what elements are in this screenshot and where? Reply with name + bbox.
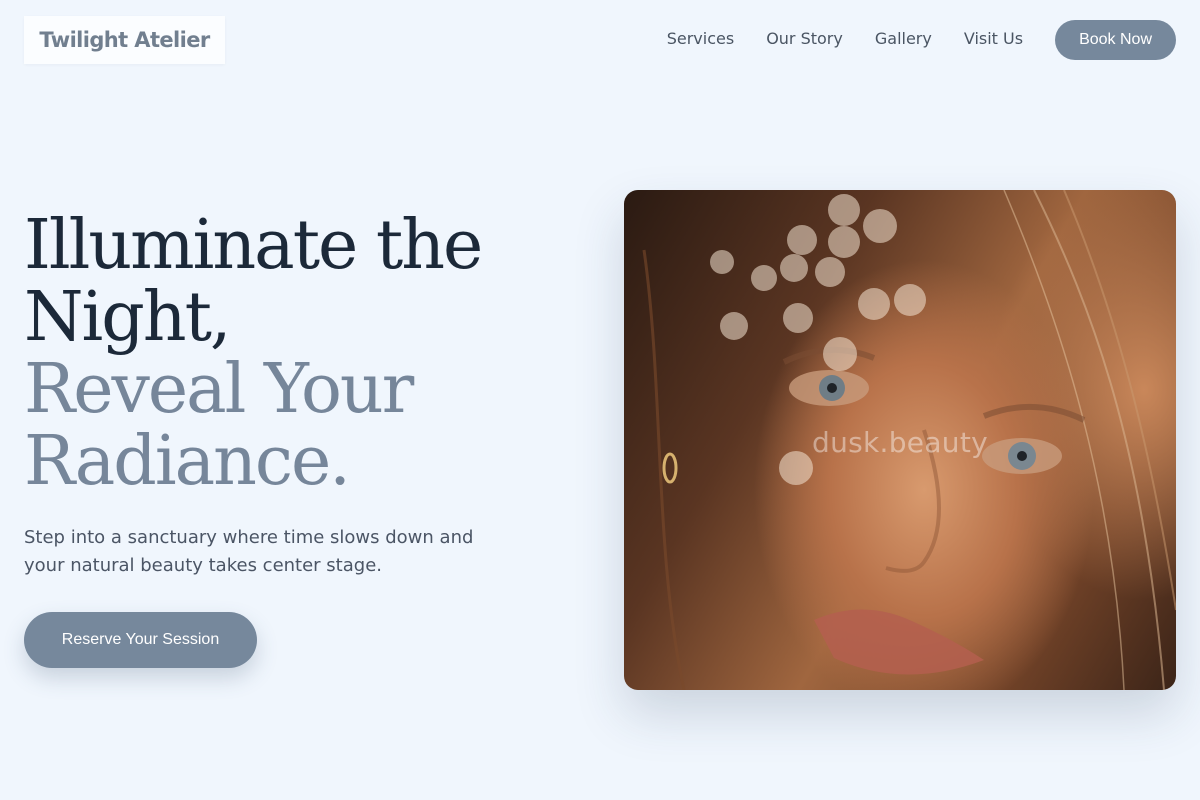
hero-heading-line-1: Illuminate the: [24, 206, 483, 285]
hero-heading-line-3: Reveal Your: [24, 350, 414, 429]
main-nav: Services Our Story Gallery Visit Us Book…: [667, 20, 1176, 60]
logo-text: Twilight Atelier: [39, 28, 210, 52]
nav-link-services[interactable]: Services: [667, 29, 734, 48]
image-watermark: dusk.beauty: [812, 426, 988, 459]
hero-heading: Illuminate the Night, Reveal Your Radian…: [24, 210, 584, 498]
hero-subtitle: Step into a sanctuary where time slows d…: [24, 527, 474, 576]
nav-link-our-story[interactable]: Our Story: [766, 29, 843, 48]
hero-heading-line-2: Night,: [24, 278, 232, 357]
nav-link-gallery[interactable]: Gallery: [875, 29, 932, 48]
hero-heading-line-4: Radiance.: [24, 422, 351, 501]
logo[interactable]: Twilight Atelier: [24, 16, 225, 64]
hero-portrait-image: dusk.beauty: [624, 190, 1176, 690]
book-now-button[interactable]: Book Now: [1055, 20, 1176, 60]
nav-link-visit-us[interactable]: Visit Us: [964, 29, 1023, 48]
reserve-session-button[interactable]: Reserve Your Session: [24, 612, 257, 668]
